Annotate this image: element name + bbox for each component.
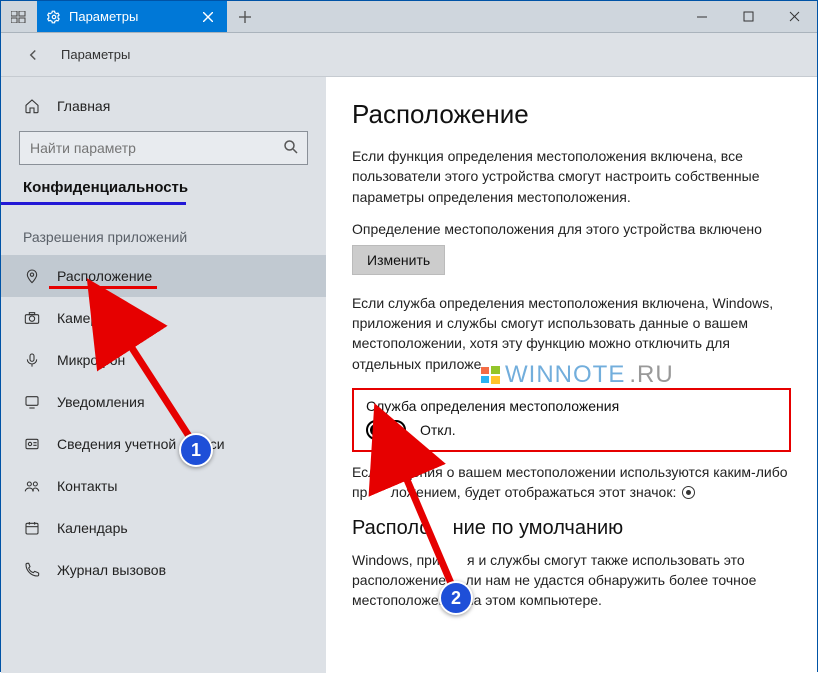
tab-title: Параметры [69, 9, 191, 24]
breadcrumb: Параметры [61, 47, 130, 62]
sidebar-item-label: Уведомления [57, 394, 145, 410]
maximize-button[interactable] [725, 1, 771, 32]
toggle-label: Служба определения местоположения [366, 398, 777, 414]
default-location-heading: Располо ние по умолчанию [352, 517, 791, 540]
back-button[interactable] [19, 41, 47, 69]
cursor-icon [398, 432, 412, 450]
toggle-knob [370, 424, 382, 436]
calendar-icon [23, 519, 41, 537]
titlebar: Параметры [1, 1, 817, 33]
sidebar-item-label: Контакты [57, 478, 117, 494]
sidebar-item-calendar[interactable]: Календарь [1, 507, 326, 549]
sidebar-item-label: Календарь [57, 520, 128, 536]
active-tab[interactable]: Параметры [37, 1, 227, 32]
sidebar-home-label: Главная [57, 98, 110, 114]
window-controls [679, 1, 817, 32]
microphone-icon [23, 351, 41, 369]
sidebar: Главная Конфиденциальность Разрешения пр… [1, 77, 326, 673]
sidebar-item-call-history[interactable]: Журнал вызовов [1, 549, 326, 591]
sidebar-item-account-info[interactable]: Сведения учетной записи [1, 423, 326, 465]
sidebar-item-microphone[interactable]: Микрофон [1, 339, 326, 381]
device-location-status: Определение местоположения для этого уст… [352, 221, 791, 237]
call-history-icon [23, 561, 41, 579]
sidebar-home[interactable]: Главная [1, 85, 326, 127]
change-button[interactable]: Изменить [352, 245, 445, 275]
content-pane: Расположение Если функция определения ме… [326, 77, 817, 673]
annotation-underline [49, 286, 157, 289]
search-box[interactable] [19, 131, 308, 165]
sidebar-item-camera[interactable]: Камера [1, 297, 326, 339]
default-location-paragraph: Windows, при я и службы смогут также исп… [352, 550, 791, 611]
notifications-icon [23, 393, 41, 411]
intro-paragraph: Если функция определения местоположения … [352, 146, 791, 207]
toggle-state-label: Откл. [420, 422, 456, 438]
breadcrumb-row: Параметры [1, 33, 817, 77]
location-service-toggle[interactable] [366, 420, 406, 440]
contacts-icon [23, 477, 41, 495]
search-input[interactable] [19, 131, 308, 165]
location-icon [23, 267, 41, 285]
home-icon [23, 97, 41, 115]
usage-paragraph: Есл дения о вашем местоположении использ… [352, 462, 791, 503]
tab-close-button[interactable] [199, 8, 217, 26]
taskview-icon[interactable] [1, 1, 37, 32]
sidebar-item-label: Микрофон [57, 352, 125, 368]
sidebar-item-label: Журнал вызовов [57, 562, 166, 578]
sidebar-item-label: Расположение [57, 268, 152, 284]
camera-icon [23, 309, 41, 327]
gear-icon [47, 10, 61, 24]
sidebar-item-location[interactable]: Расположение [1, 255, 326, 297]
sidebar-category: Конфиденциальность [1, 179, 186, 205]
sidebar-item-label: Камера [57, 310, 106, 326]
annotation-highlight-box: Служба определения местоположения Откл. [352, 388, 791, 452]
close-button[interactable] [771, 1, 817, 32]
sidebar-item-label: Сведения учетной записи [57, 436, 225, 452]
service-paragraph: Если служба определения местоположения в… [352, 293, 791, 374]
account-icon [23, 435, 41, 453]
search-icon [282, 138, 300, 156]
new-tab-button[interactable] [227, 1, 263, 32]
sidebar-item-contacts[interactable]: Контакты [1, 465, 326, 507]
sidebar-item-notifications[interactable]: Уведомления [1, 381, 326, 423]
minimize-button[interactable] [679, 1, 725, 32]
sidebar-section-title: Разрешения приложений [1, 215, 326, 255]
page-title: Расположение [352, 99, 791, 130]
location-tray-icon [682, 486, 695, 499]
